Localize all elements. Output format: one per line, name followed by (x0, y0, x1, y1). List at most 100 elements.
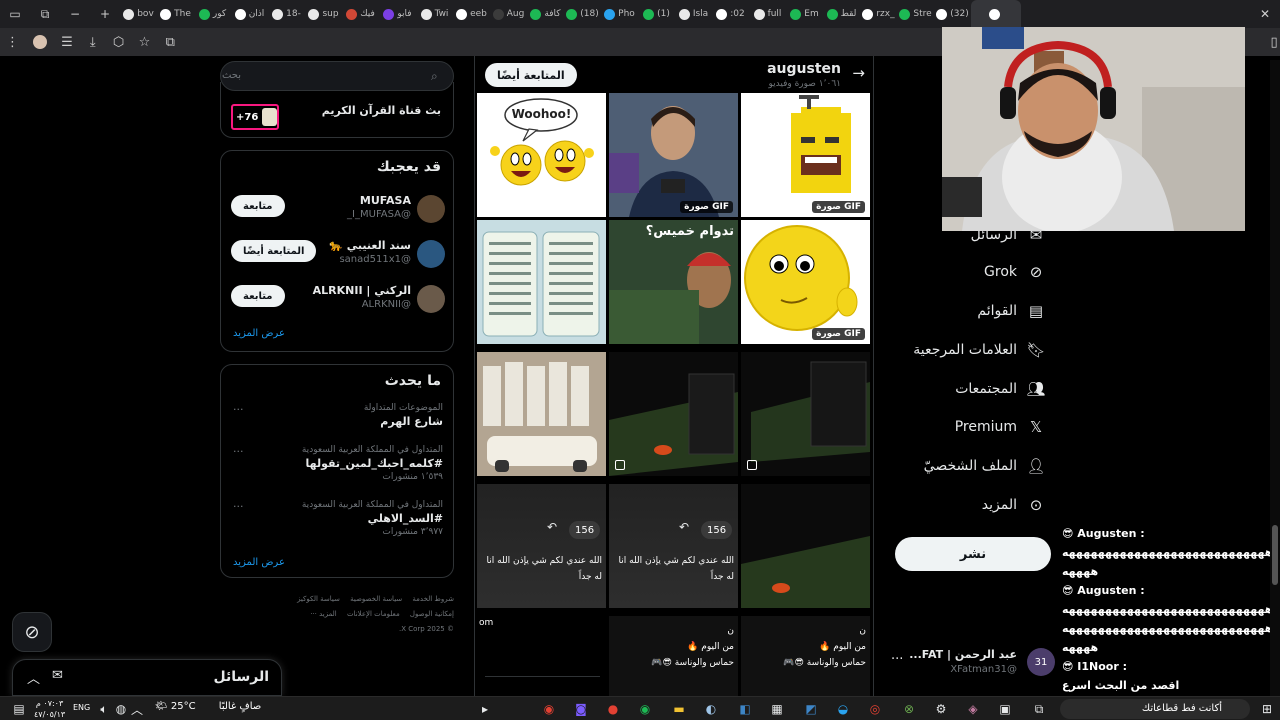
sidebar-item-communities[interactable]: 👥︎ المجتمعات (955, 374, 1045, 404)
opera-icon[interactable]: ◎ (866, 700, 884, 718)
browser-tab[interactable]: Isla (675, 0, 712, 28)
browser-tab[interactable]: (18) (564, 0, 601, 28)
install-app-icon[interactable]: ⧉ (164, 33, 176, 51)
xbox-icon[interactable]: ⊗ (900, 700, 918, 718)
show-more-link[interactable]: عرض المزيد (233, 328, 285, 339)
more-options-icon[interactable]: ··· (233, 445, 244, 458)
discord-icon[interactable]: ◙ (572, 700, 590, 718)
search-input[interactable]: ⌕ بحث (220, 61, 454, 91)
bookmark-star-icon[interactable]: ☆ (138, 33, 151, 51)
browser-tab[interactable]: Pho (601, 0, 638, 28)
media-tile[interactable] (741, 484, 870, 608)
extensions-icon[interactable]: ⬡ (113, 33, 125, 51)
notifications-icon[interactable]: ▤ (10, 700, 28, 718)
footer-link[interactable]: سياسة الخصوصية (350, 595, 402, 603)
sidebar-item-profile[interactable]: 👤︎ الملف الشخصيّ (924, 451, 1046, 481)
settings-icon[interactable]: ⚙ (932, 700, 950, 718)
browser-tab[interactable]: Twi (416, 0, 453, 28)
browser-tab[interactable]: :02 (712, 0, 749, 28)
page-scrollbar[interactable] (1270, 60, 1280, 700)
sliders-icon[interactable]: ☰ (61, 33, 73, 51)
browser-tab[interactable]: Em (786, 0, 823, 28)
more-options-icon[interactable]: ··· (891, 652, 903, 667)
sidebar-item-bookmarks[interactable]: 🔖︎ العلامات المرجعية (913, 335, 1045, 365)
browser-tab[interactable]: The (157, 0, 194, 28)
more-options-icon[interactable]: ··· (233, 403, 244, 416)
sidebar-item-grok[interactable]: ⊘ Grok (984, 257, 1045, 287)
media-tile[interactable] (477, 220, 606, 344)
copilot-icon[interactable]: ◈ (964, 700, 982, 718)
media-tile[interactable]: ن من اليوم 🔥 حماس والوناسة 😎🎮 (609, 616, 738, 696)
follow-suggestion[interactable]: الركني | ALRKNII @ALRKNII متابعة (221, 281, 455, 321)
trend-item[interactable]: المتداول في المملكة العربية السعودية #كل… (221, 445, 455, 489)
media-tile[interactable]: om (477, 616, 606, 696)
sidebar-item-premium[interactable]: 𝕏 Premium (955, 412, 1045, 442)
chrome-icon[interactable]: ◉ (540, 700, 558, 718)
scrollbar-thumb[interactable] (1272, 525, 1278, 585)
browser-tab[interactable]: Aug (490, 0, 527, 28)
store-icon[interactable]: ▦ (768, 700, 786, 718)
new-tab-icon[interactable]: + (90, 0, 120, 28)
media-tile[interactable] (477, 352, 606, 476)
browser-tab[interactable]: فابو (379, 0, 416, 28)
language-indicator[interactable]: ENG (73, 703, 90, 712)
file-explorer-icon[interactable]: ▬ (670, 700, 688, 718)
media-tile[interactable]: صورة GIF (609, 93, 738, 217)
footer-link[interactable]: معلومات الإعلانات (347, 610, 400, 618)
start-icon[interactable]: ⊞ (1258, 700, 1276, 718)
grok-button[interactable]: ⊘ (12, 612, 52, 652)
follow-button[interactable]: متابعة (231, 195, 285, 217)
sidebar-item-lists[interactable]: ▤ القوائم (977, 296, 1045, 326)
post-button[interactable]: نشر (895, 537, 1051, 571)
taskbar-search[interactable]: أكانت فط قطاعاتك (1060, 699, 1250, 719)
browser-tab[interactable]: فيك (342, 0, 379, 28)
outlook-icon[interactable]: ◧ (736, 700, 754, 718)
close-tab-icon[interactable]: ✕ (1250, 0, 1280, 28)
photos-icon[interactable]: ◩ (802, 700, 820, 718)
profile-icon[interactable] (33, 33, 47, 51)
more-options-icon[interactable]: ··· (233, 500, 244, 513)
media-tile[interactable]: ن من اليوم 🔥 حماس والوناسة 😎🎮 (741, 616, 870, 696)
minimize-icon[interactable]: − (60, 0, 90, 28)
footer-link[interactable]: شروط الخدمة (412, 595, 454, 603)
sidebar-toggle-icon[interactable]: ▯ (1268, 33, 1280, 51)
browser-tab[interactable]: rzx_ (860, 0, 897, 28)
account-switcher[interactable]: 31 عبد الرحمن | FAT... @XFatman31 ··· (885, 644, 1055, 684)
trend-item[interactable]: الموضوعات المتداولة شارع الهرم ··· (221, 403, 455, 447)
follow-suggestion[interactable]: سند العنيبي 🐆 @sanad511x1 المتابعة أيضًا (221, 236, 455, 276)
footer-link[interactable]: المزيد ··· (310, 610, 337, 618)
weather-widget[interactable]: 🌤︎ 25°C صافٍ غالبًا (155, 701, 261, 712)
edge-icon[interactable]: ◒ (834, 700, 852, 718)
footer-link[interactable]: سياسة الكوكيز (297, 595, 340, 603)
back-arrow-icon[interactable]: → (852, 64, 865, 82)
tab-actions-icon[interactable]: ⧉ (30, 0, 60, 28)
browser-tab[interactable]: (32) (934, 0, 971, 28)
browser-tab[interactable]: eeb (453, 0, 490, 28)
expand-icon[interactable]: ︿ (27, 668, 40, 687)
follow-button[interactable]: متابعة (231, 285, 285, 307)
media-tile[interactable]: Woohoo! (477, 93, 606, 217)
browser-tab[interactable]: sup (305, 0, 342, 28)
app-icon[interactable]: ▣ (996, 700, 1014, 718)
clock[interactable]: ٠٧:٠٣ م ٤٧/٠٥/١٣ (34, 698, 65, 720)
browser-tab[interactable]: كور (194, 0, 231, 28)
speaker-icon[interactable]: 🔈︎ (95, 700, 113, 718)
browser-tab[interactable]: 18- (268, 0, 305, 28)
trend-item[interactable]: المتداول في المملكة العربية السعودية #ال… (221, 500, 455, 544)
media-tile[interactable]: 156 ↶ الله عندي لكم شي يإذن الله انا له … (477, 484, 606, 608)
obs-icon[interactable]: ● (604, 700, 622, 718)
menu-icon[interactable]: ⋮ (6, 33, 19, 51)
tab-list-icon[interactable]: ▭ (0, 0, 30, 28)
follow-suggestion[interactable]: MUFASA @I_MUFASA_ متابعة (221, 191, 455, 231)
media-tile[interactable] (609, 352, 738, 476)
media-tile[interactable]: 156 ↶ الله عندي لكم شي يإذن الله انا له … (609, 484, 738, 608)
browser-tab[interactable] (971, 0, 1021, 28)
browser-tab[interactable]: bov (120, 0, 157, 28)
show-more-link[interactable]: عرض المزيد (233, 557, 285, 568)
new-message-icon[interactable]: ✉ (52, 668, 63, 687)
spotify-icon[interactable]: ◉ (636, 700, 654, 718)
download-icon[interactable]: ⤓ (87, 33, 99, 51)
browser-tab[interactable]: لقط (823, 0, 860, 28)
app-icon[interactable]: ▸ (476, 700, 494, 718)
media-tile[interactable]: صورة GIF (741, 93, 870, 217)
